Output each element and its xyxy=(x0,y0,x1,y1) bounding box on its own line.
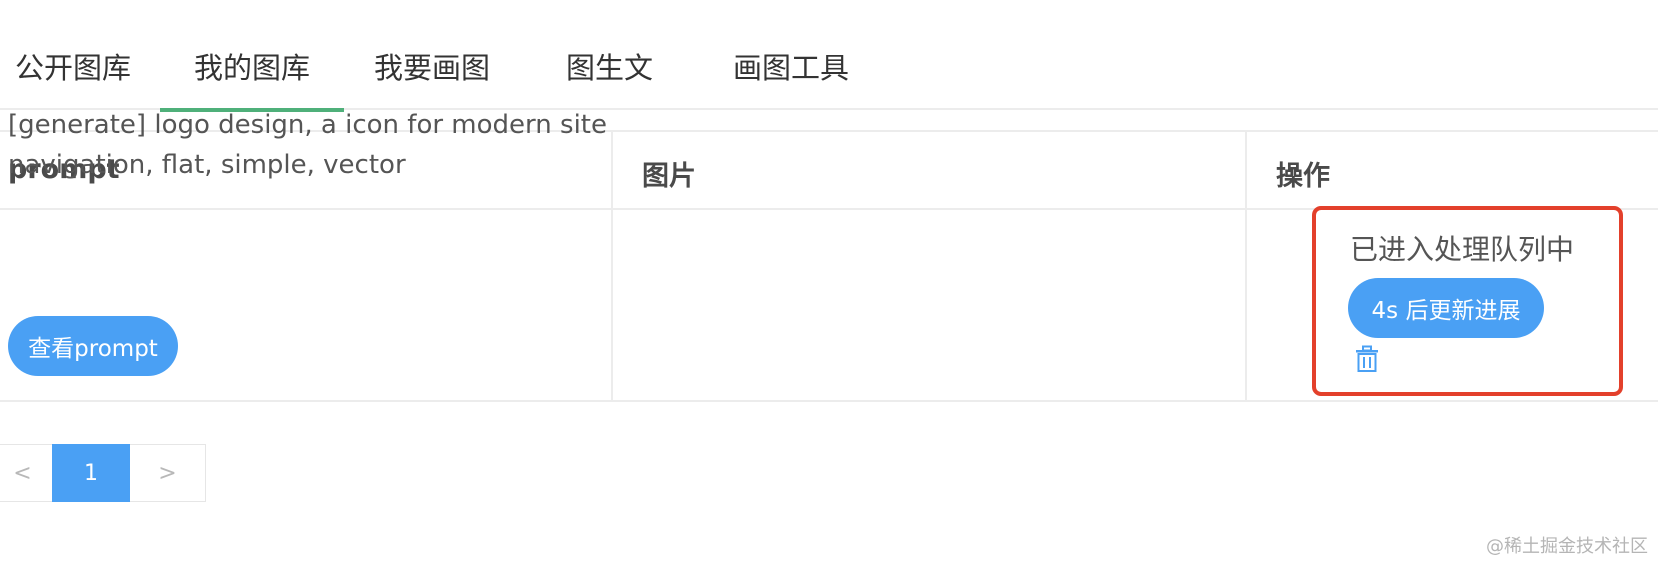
header-image: 图片 xyxy=(642,161,696,192)
highlight-box xyxy=(1312,206,1623,396)
prompt-text: [generate] logo design, a icon for moder… xyxy=(8,110,607,180)
tab-draw[interactable]: 我要画图 xyxy=(374,46,490,110)
tab-my-gallery[interactable]: 我的图库 xyxy=(159,46,345,112)
page: 公开图库 我的图库 我要画图 图生文 画图工具 prompt 图片 操作 [ge… xyxy=(0,0,1658,570)
view-prompt-button[interactable]: 查看prompt xyxy=(8,316,178,376)
watermark: @稀土掘金技术社区 xyxy=(1486,536,1648,557)
pagination-next-button[interactable]: > xyxy=(130,444,206,502)
tab-public-gallery[interactable]: 公开图库 xyxy=(15,46,131,110)
tab-drawing-tools[interactable]: 画图工具 xyxy=(733,46,849,110)
header-action: 操作 xyxy=(1276,161,1330,192)
pagination-prev-button[interactable]: < xyxy=(0,444,52,502)
pagination-page-button[interactable]: 1 xyxy=(52,444,130,502)
tab-image-to-text[interactable]: 图生文 xyxy=(566,46,653,110)
tab-bar: 公开图库 我的图库 我要画图 图生文 画图工具 xyxy=(0,0,1658,112)
column-divider xyxy=(1245,132,1247,402)
